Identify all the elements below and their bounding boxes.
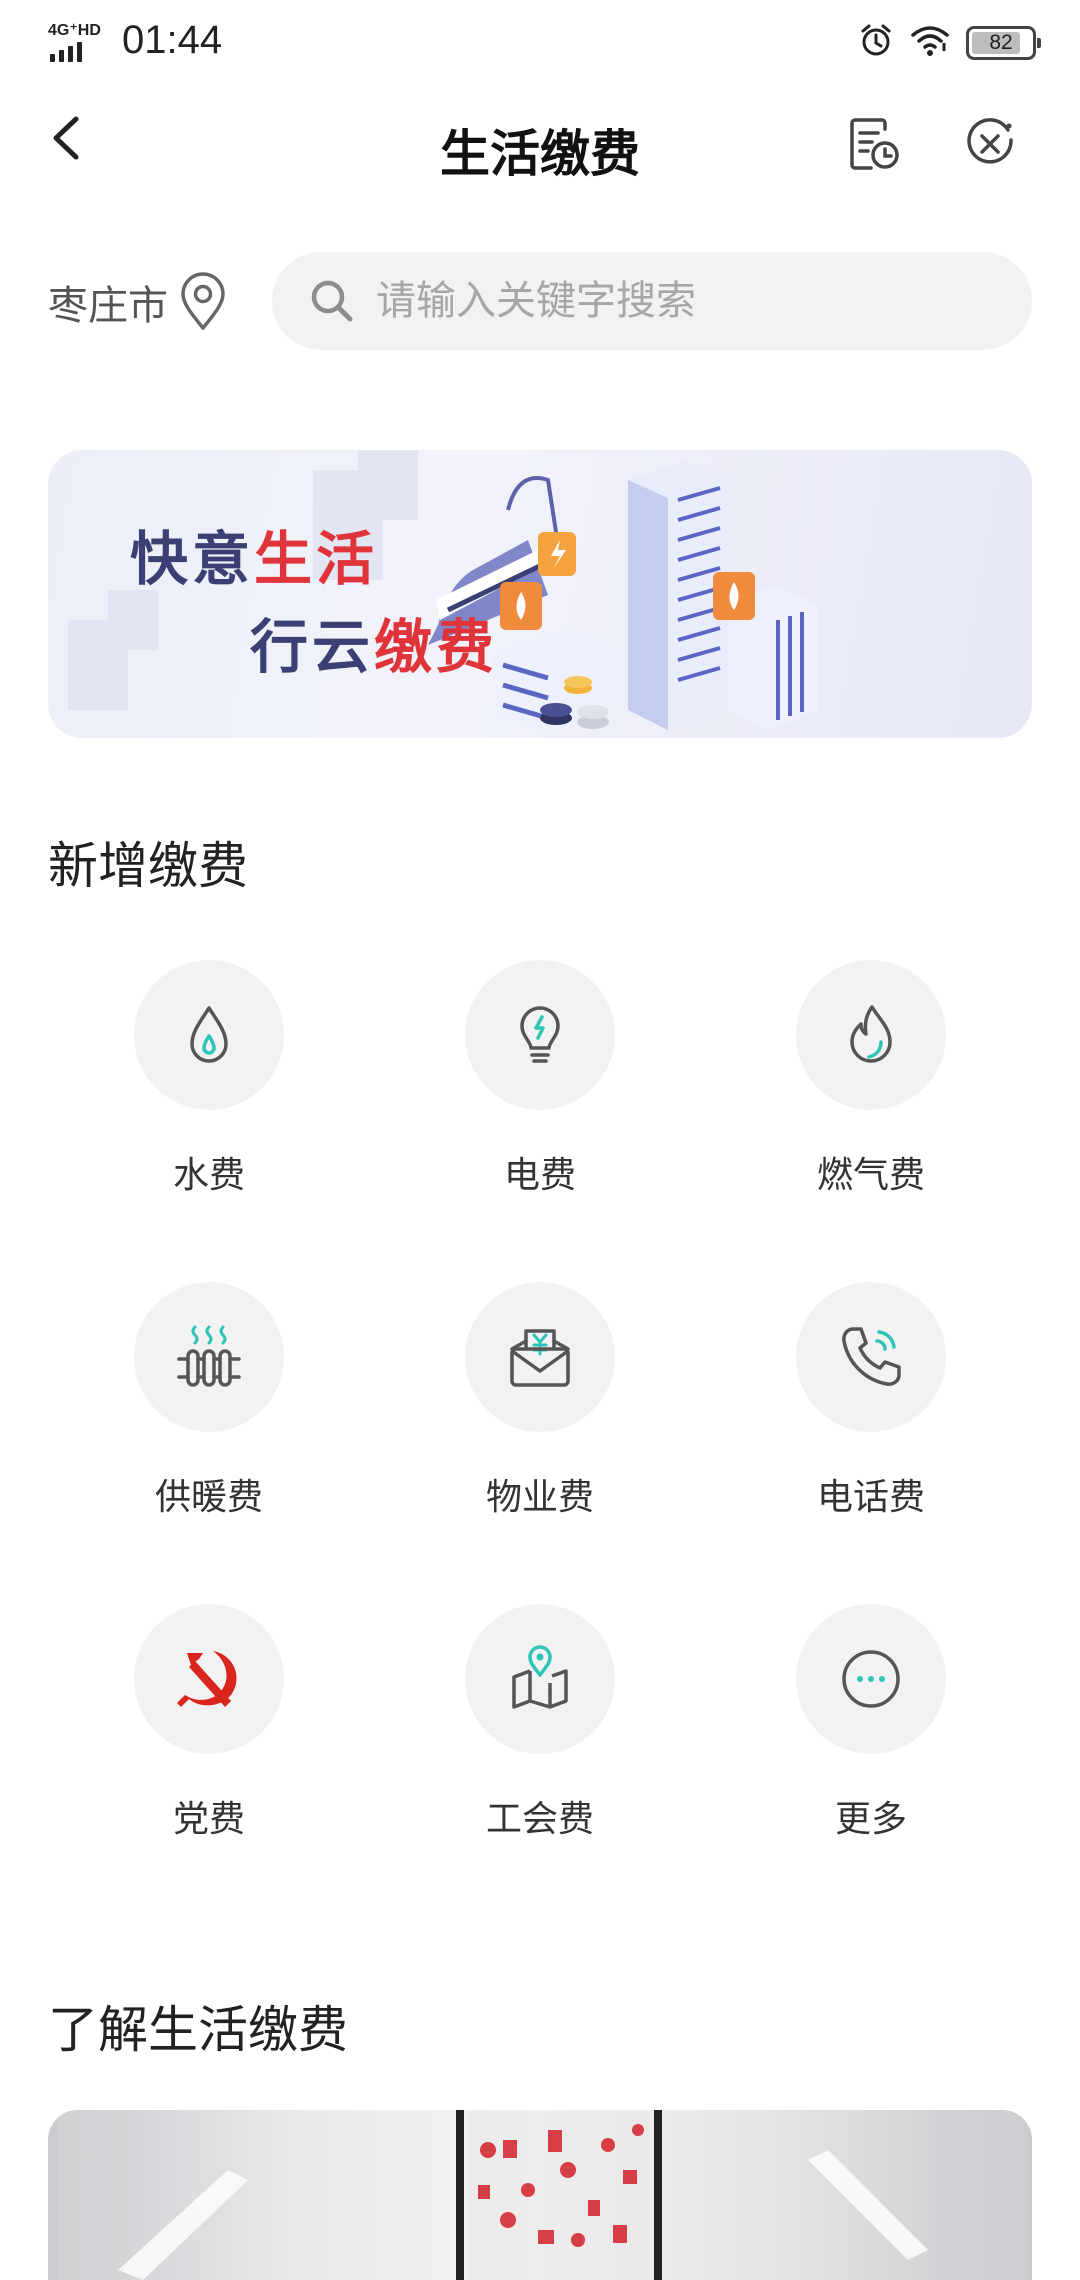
flame-icon — [850, 1005, 892, 1063]
banner-text-2a: 行云 — [250, 615, 375, 680]
service-label: 电话费 — [816, 1476, 925, 1517]
service-more[interactable]: 更多 — [756, 1604, 986, 1844]
radiator-icon — [177, 1325, 241, 1387]
page-title: 生活缴费 — [440, 126, 640, 182]
network-type: 4G⁺HD — [48, 22, 101, 39]
signal-indicator: 4G⁺HD — [48, 20, 110, 62]
service-label: 电费 — [503, 1154, 576, 1195]
app-header: 生活缴费 — [0, 84, 1080, 212]
service-icon-bg — [465, 1282, 615, 1432]
phone-icon — [842, 1327, 901, 1386]
service-heating[interactable]: 供暖费 — [94, 1282, 324, 1522]
service-label: 供暖费 — [154, 1476, 263, 1517]
banner-slogan-line2: 行云缴费 — [250, 600, 498, 684]
section-title-learn: 了解生活缴费 — [48, 2002, 348, 2058]
service-label: 物业费 — [485, 1476, 594, 1517]
city-name: 枣庄市 — [48, 284, 168, 328]
promo-banner[interactable]: 快意生活 行云缴费 — [48, 450, 1032, 738]
battery-level: 82 — [989, 30, 1013, 54]
service-icon-bg — [796, 1604, 946, 1754]
wifi-icon — [910, 23, 950, 62]
battery-icon: 82 — [966, 25, 1041, 60]
service-phone[interactable]: 电话费 — [756, 1282, 986, 1522]
banner-slogan-line1: 快意生活 — [130, 512, 378, 596]
service-label: 工会费 — [485, 1798, 594, 1839]
more-icon — [842, 1650, 900, 1708]
service-icon-bg — [796, 1282, 946, 1432]
service-icon-bg — [465, 960, 615, 1110]
search-input[interactable] — [376, 278, 996, 324]
bill-history-button[interactable] — [842, 112, 906, 176]
service-electricity[interactable]: 电费 — [425, 960, 655, 1200]
close-button[interactable] — [958, 112, 1022, 176]
map-pin-icon — [512, 1645, 568, 1709]
status-time: 01:44 — [122, 18, 223, 62]
status-bar: 4G⁺HD 01:44 82 — [0, 0, 1080, 84]
hammer-sickle-icon — [177, 1651, 237, 1707]
banner-text-1b: 生活 — [254, 527, 379, 592]
service-label: 党费 — [172, 1798, 245, 1839]
status-icons: 82 — [858, 22, 1041, 63]
service-icon-bg — [134, 960, 284, 1110]
search-icon — [308, 277, 356, 325]
article-card[interactable] — [48, 2110, 1032, 2280]
signal-bars-icon — [50, 42, 82, 62]
service-icon-bg — [465, 1604, 615, 1754]
service-label: 更多 — [834, 1798, 907, 1839]
service-icon-bg — [134, 1604, 284, 1754]
service-icon-bg — [134, 1282, 284, 1432]
close-circle-icon — [967, 118, 1013, 164]
service-water[interactable]: 水费 — [94, 960, 324, 1200]
service-label: 燃气费 — [816, 1154, 925, 1195]
service-party-fee[interactable]: 党费 — [94, 1604, 324, 1844]
water-drop-icon — [190, 1006, 228, 1063]
article-cover-image — [58, 2110, 1028, 2280]
search-bar[interactable] — [272, 252, 1032, 350]
service-icon-bg — [796, 960, 946, 1110]
alarm-icon — [858, 22, 894, 63]
city-selector[interactable]: 枣庄市 — [48, 266, 228, 338]
bill-history-icon — [850, 118, 899, 170]
banner-text-2b: 缴费 — [374, 615, 499, 680]
light-bulb-icon — [520, 1006, 560, 1063]
service-property[interactable]: 物业费 — [425, 1282, 655, 1522]
envelope-yuan-icon — [510, 1329, 570, 1387]
banner-text-1a: 快意 — [130, 527, 255, 592]
service-union-fee[interactable]: 工会费 — [425, 1604, 655, 1844]
location-pin-icon — [181, 272, 225, 330]
service-label: 水费 — [172, 1154, 245, 1195]
service-gas[interactable]: 燃气费 — [756, 960, 986, 1200]
section-title-new-payment: 新增缴费 — [48, 838, 248, 894]
